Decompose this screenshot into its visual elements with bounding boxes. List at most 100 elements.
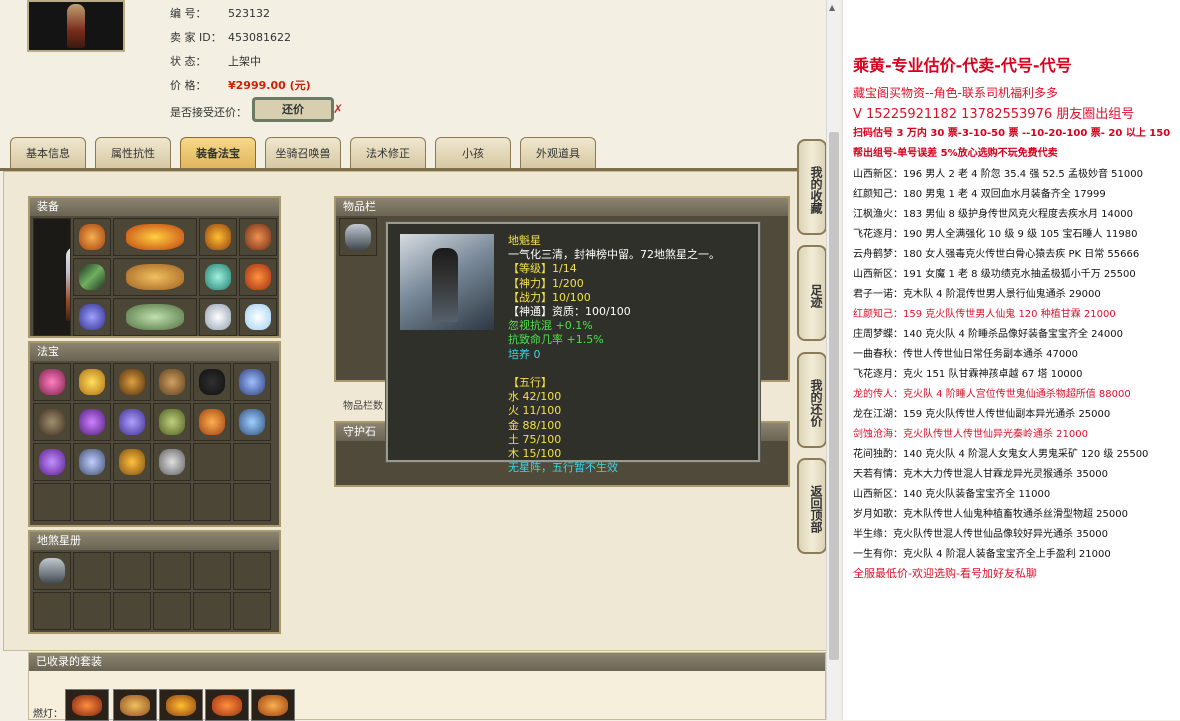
tooltip-text: 地魁星 一气化三清，封神榜中留。72地煞星之一。 【等级】1/14 【神力】1/… bbox=[508, 234, 720, 475]
fabao-slot[interactable] bbox=[33, 403, 71, 441]
fabao-slot[interactable] bbox=[73, 403, 111, 441]
note-line: 岁月如歌：克木队传世人仙鬼种植畜牧通杀丝滑型物超 25000 bbox=[853, 509, 1128, 520]
tooltip-wuxing: 火 11/100 bbox=[508, 404, 562, 418]
tab-child[interactable]: 小孩 bbox=[435, 137, 511, 169]
fabao-slot-empty bbox=[193, 483, 231, 521]
seller-id-label: 卖 家 ID： bbox=[170, 31, 222, 44]
disha-slot-empty bbox=[33, 592, 71, 630]
note-line: 全服最低价-欢迎选购-看号加好友私聊 bbox=[853, 567, 1037, 580]
tab-equipment[interactable]: 装备法宝 bbox=[180, 137, 256, 169]
tab-basic-info[interactable]: 基本信息 bbox=[10, 137, 86, 169]
fabao-slot[interactable] bbox=[153, 363, 191, 401]
set-item[interactable] bbox=[65, 689, 109, 721]
equip-slot-armor[interactable] bbox=[113, 258, 197, 296]
note-line: 龙的传人：克火队 4 阶睡人宫位传世鬼仙通杀物超所值 88000 bbox=[853, 389, 1131, 400]
counter-offer-button[interactable]: 还价 bbox=[252, 97, 334, 122]
fabao-slot[interactable] bbox=[193, 403, 231, 441]
fabao-slot[interactable] bbox=[73, 363, 111, 401]
collected-sets-panel: 已收录的套装 燃灯： bbox=[28, 652, 826, 721]
tooltip-portrait bbox=[400, 234, 494, 330]
note-line: 君子一诺：克木队 4 阶混传世男人景行仙鬼通杀 29000 bbox=[853, 289, 1101, 300]
collected-sets-title: 已收录的套装 bbox=[29, 653, 825, 671]
inventory-panel-title: 物品栏 bbox=[336, 198, 788, 216]
note-line: 山西新区：196 男人 2 老 4 阶忽 35.4 强 52.5 孟极妙音 51… bbox=[853, 169, 1143, 180]
disha-panel: 地煞星册 bbox=[28, 530, 281, 634]
fabao-slot[interactable] bbox=[193, 363, 231, 401]
fabao-slot-empty bbox=[73, 483, 111, 521]
equip-slot-cloud[interactable] bbox=[199, 298, 237, 336]
disha-slot-empty bbox=[193, 552, 231, 590]
fabao-slot-empty bbox=[233, 483, 271, 521]
tooltip-wuxing: 木 15/100 bbox=[508, 447, 562, 461]
scroll-up-icon[interactable]: ▲ bbox=[829, 3, 835, 12]
seller-id-row: 卖 家 ID： 453081622 bbox=[170, 29, 291, 45]
equip-slot-mask[interactable] bbox=[199, 218, 237, 256]
fabao-slot[interactable] bbox=[73, 443, 111, 481]
nav-footprint[interactable]: 足迹 bbox=[797, 245, 827, 341]
note-line: 龙在江湖：159 克火队传世人传世仙副本异光通杀 25000 bbox=[853, 409, 1111, 420]
note-line: 帮出组号-单号误差 5%放心选购不玩免费代卖 bbox=[853, 148, 1058, 159]
character-avatar bbox=[27, 0, 125, 52]
note-line: 一曲春秋：传世人传世仙日常任务副本通杀 47000 bbox=[853, 349, 1078, 360]
scroll-thumb[interactable] bbox=[829, 132, 839, 660]
set-item[interactable] bbox=[159, 689, 203, 721]
tooltip-bonus: 抗致命几率 +1.5% bbox=[508, 333, 604, 347]
equip-slot-shoes[interactable] bbox=[113, 298, 197, 336]
character-model bbox=[33, 218, 71, 336]
equip-slot-rope[interactable] bbox=[239, 218, 277, 256]
equip-slot-gem[interactable] bbox=[199, 258, 237, 296]
fabao-slot[interactable] bbox=[233, 363, 271, 401]
fabao-slot[interactable] bbox=[33, 363, 71, 401]
fabao-slot[interactable] bbox=[33, 443, 71, 481]
tab-appearance[interactable]: 外观道具 bbox=[520, 137, 596, 169]
fabao-slot-empty bbox=[33, 483, 71, 521]
listing-id-label: 编 号： bbox=[170, 7, 207, 20]
set-item[interactable] bbox=[113, 689, 157, 721]
nav-back-to-top[interactable]: 返回顶部 bbox=[797, 458, 827, 554]
tab-mounts-summons[interactable]: 坐骑召唤兽 bbox=[265, 137, 341, 169]
equip-slot-necklace[interactable] bbox=[113, 218, 197, 256]
fabao-panel: 法宝 bbox=[28, 341, 281, 527]
status-row: 状 态： 上架中 bbox=[170, 53, 261, 69]
disha-slot[interactable] bbox=[33, 552, 71, 590]
fabao-slot[interactable] bbox=[113, 443, 151, 481]
set-item[interactable] bbox=[251, 689, 295, 721]
game-trade-page: 编 号： 523132 卖 家 ID： 453081622 状 态： 上架中 价 格：… bbox=[0, 0, 842, 721]
tooltip-stat: 【等级】1/14 bbox=[508, 262, 577, 276]
tooltip-wuxing-title: 【五行】 bbox=[508, 376, 552, 390]
equip-slot-orb[interactable] bbox=[239, 298, 277, 336]
equip-slot-charm[interactable] bbox=[239, 258, 277, 296]
tab-spell-mods[interactable]: 法术修正 bbox=[350, 137, 426, 169]
set-item[interactable] bbox=[205, 689, 249, 721]
inventory-slot[interactable] bbox=[339, 218, 377, 256]
tooltip-cultivate: 培养 0 bbox=[508, 347, 541, 361]
tab-attributes[interactable]: 属性抗性 bbox=[95, 137, 171, 169]
nav-my-counter-offers[interactable]: 我的还价 bbox=[797, 352, 827, 448]
price-label: 价 格： bbox=[170, 79, 207, 92]
tooltip-stat: 【神力】1/200 bbox=[508, 276, 584, 290]
equipment-panel: 装备 bbox=[28, 196, 281, 338]
fabao-slot[interactable] bbox=[113, 363, 151, 401]
notes-panel: 乘黄-专业估价-代卖-代号-代号 藏宝阁买物资--角色-联系司机福利多多 V 152… bbox=[842, 0, 1180, 720]
equip-slot-hat[interactable] bbox=[73, 218, 111, 256]
note-line: 扫码估号 3 万内 30 票-3-10-50 票 --10-20-100 票- … bbox=[853, 128, 1171, 139]
nav-my-favorites[interactable]: 我的收藏 bbox=[797, 139, 827, 235]
page-scrollbar[interactable]: ▲ bbox=[826, 0, 840, 720]
counter-offer-unavailable-icon: ✗ bbox=[333, 102, 344, 116]
note-line: 飞花逐月：克火 151 队甘霖神孩卓越 67 塔 10000 bbox=[853, 369, 1083, 380]
disha-slot-empty bbox=[153, 552, 191, 590]
fabao-slot[interactable] bbox=[113, 403, 151, 441]
equip-slot-belt[interactable] bbox=[73, 298, 111, 336]
fabao-slot[interactable] bbox=[153, 403, 191, 441]
fabao-slot[interactable] bbox=[153, 443, 191, 481]
note-line: 江枫渔火：183 男仙 8 级护身传世风克火程度去疾水月 14000 bbox=[853, 209, 1133, 220]
status-value: 上架中 bbox=[228, 55, 261, 68]
fabao-slot[interactable] bbox=[233, 403, 271, 441]
fabao-slot-empty bbox=[153, 483, 191, 521]
note-line: 半生缘：克火队传世混人传世仙品像较好异光通杀 35000 bbox=[853, 529, 1108, 540]
tooltip-wuxing: 水 42/100 bbox=[508, 390, 562, 404]
tooltip-wuxing: 金 88/100 bbox=[508, 418, 562, 432]
equip-slot-weapon[interactable] bbox=[73, 258, 111, 296]
price-row: 价 格： ¥2999.00 (元) bbox=[170, 77, 311, 93]
listing-id-row: 编 号： 523132 bbox=[170, 5, 270, 21]
